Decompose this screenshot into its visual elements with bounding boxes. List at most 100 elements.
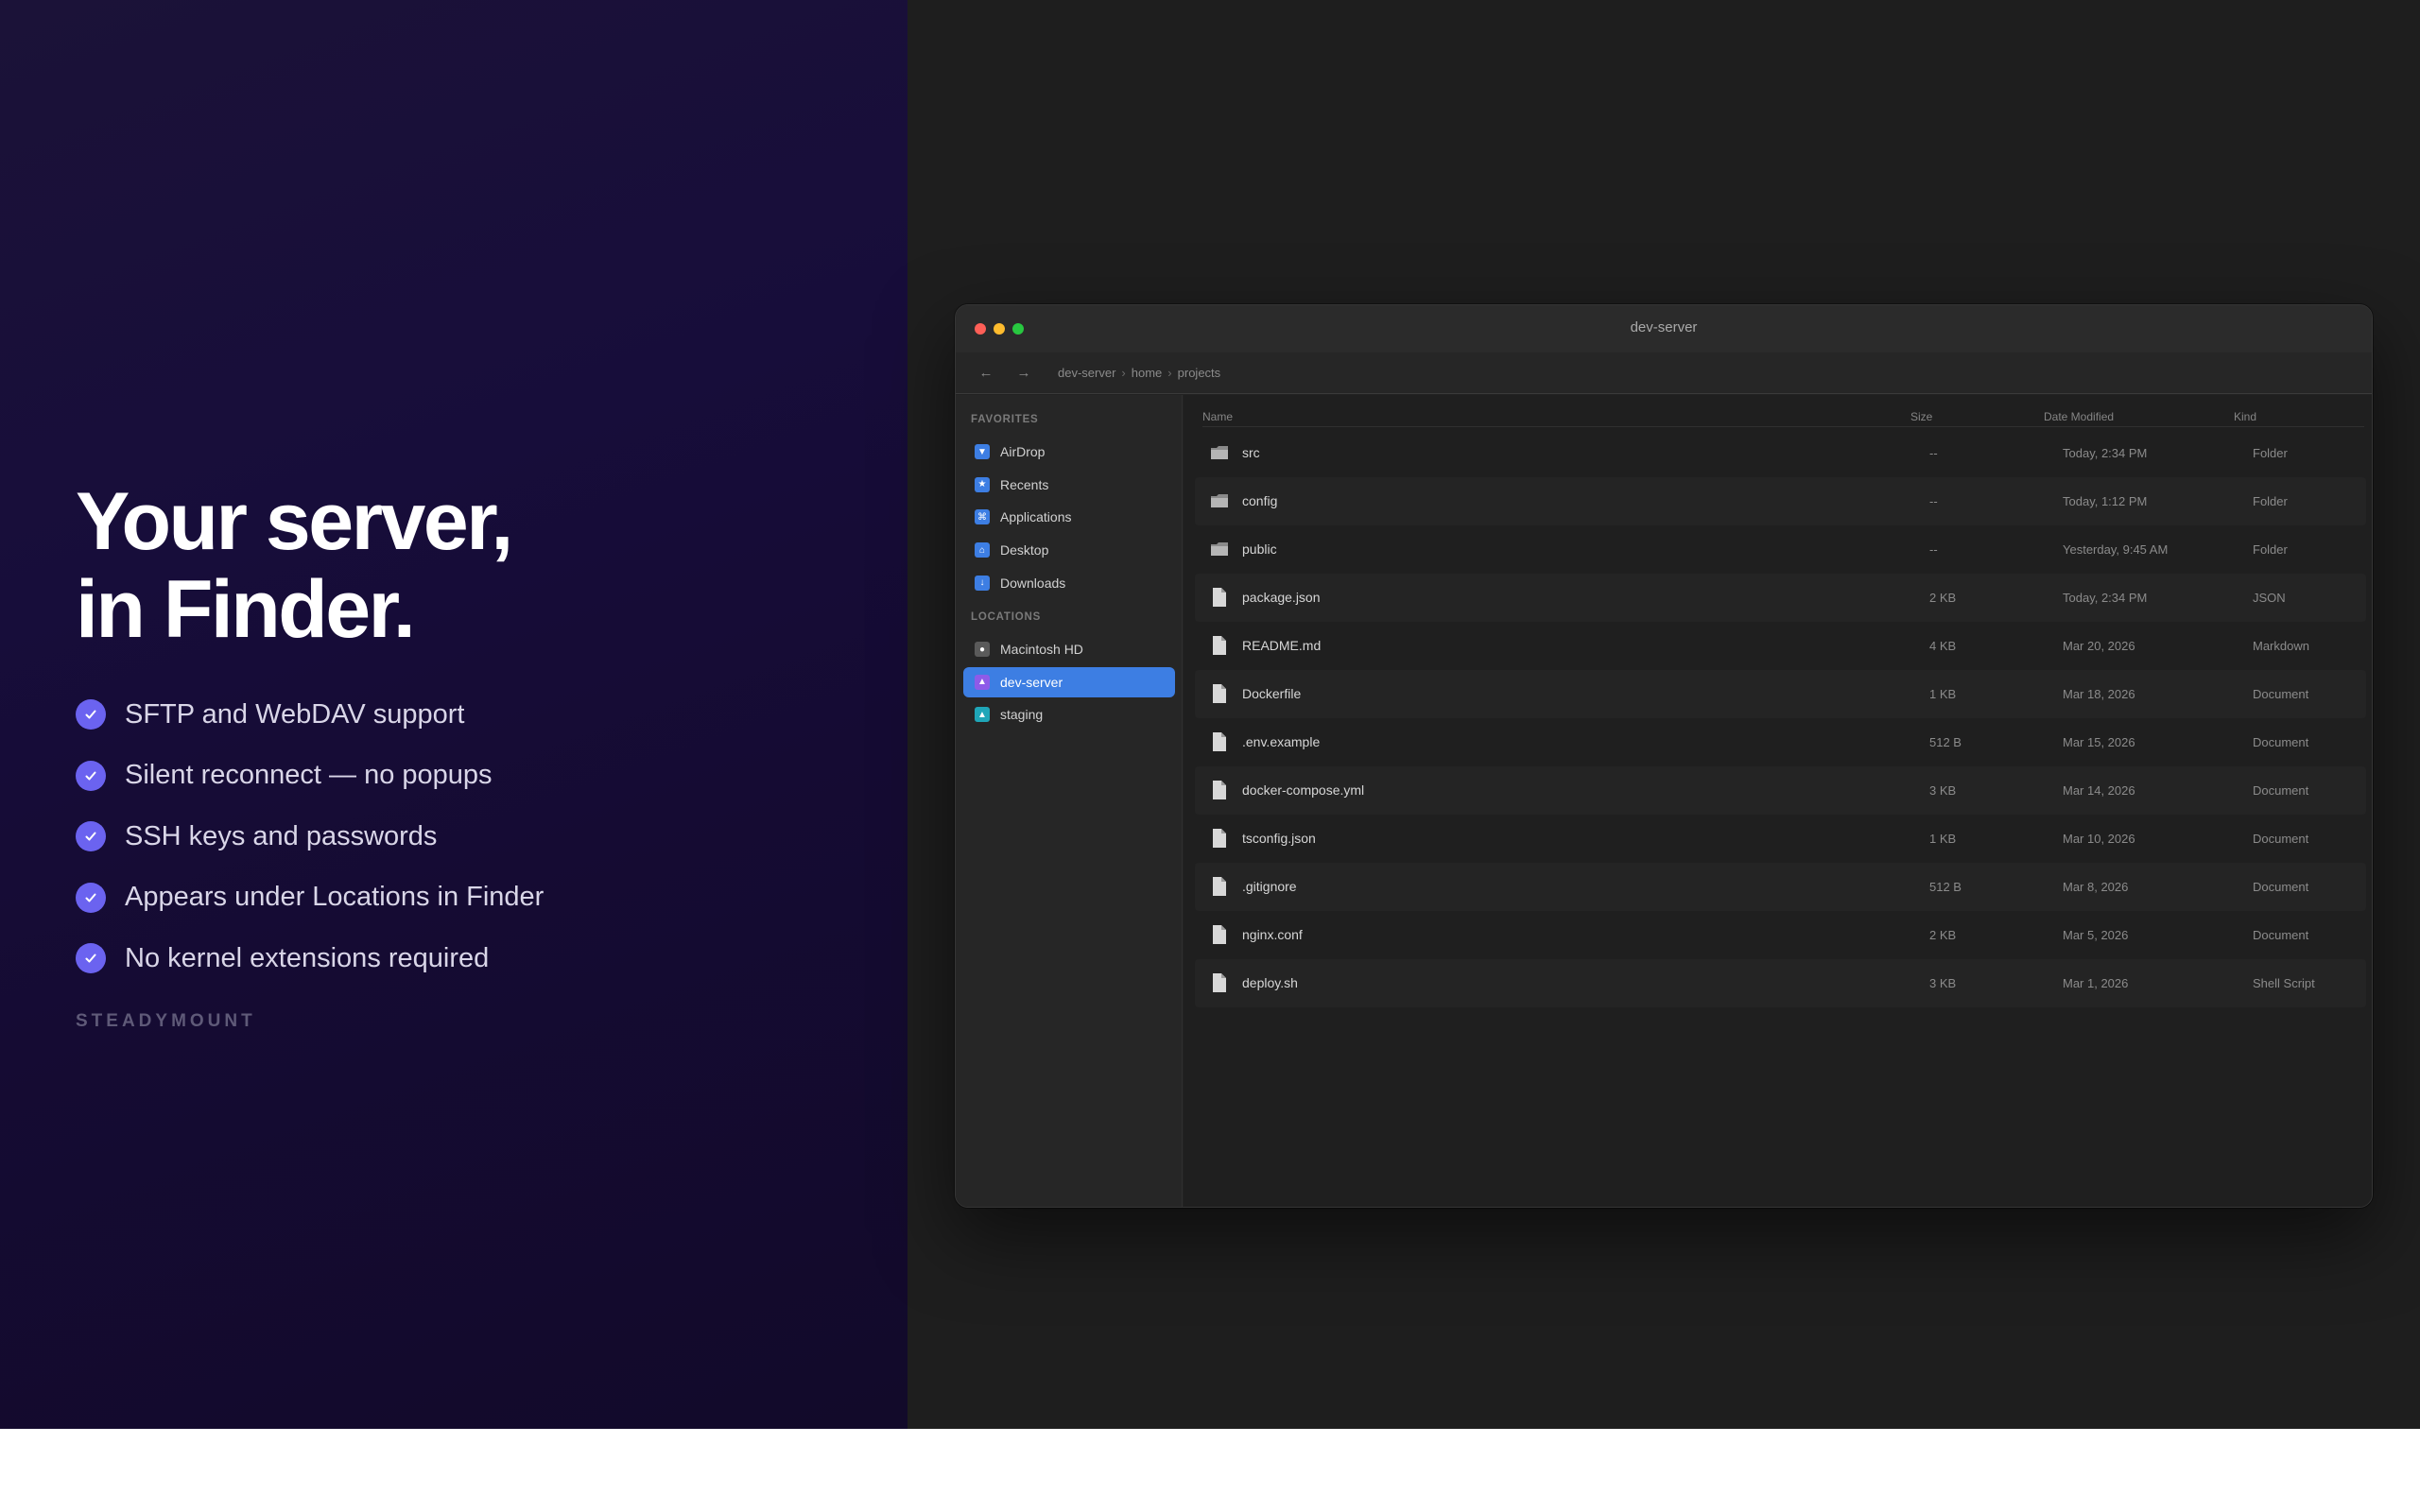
file-size: --	[1929, 446, 1938, 460]
file-kind: Markdown	[2253, 639, 2309, 653]
column-header: Name Size Date Modified Kind	[1202, 395, 2364, 427]
path-bar: ← → dev-server › home › projects	[956, 352, 2372, 394]
feature-text: SFTP and WebDAV support	[125, 698, 465, 730]
sidebar-item-label: Recents	[1000, 476, 1049, 492]
file-date-modified: Today, 1:12 PM	[2063, 494, 2148, 508]
downloads-icon: ↓	[975, 575, 990, 591]
breadcrumb: dev-server › home › projects	[1058, 366, 1220, 380]
column-kind[interactable]: Kind	[2234, 410, 2256, 423]
feature-item: SFTP and WebDAV support	[76, 684, 544, 746]
brand-wordmark: STEADYMOUNT	[76, 1011, 256, 1031]
file-date-modified: Mar 18, 2026	[2063, 687, 2135, 701]
feature-item: SSH keys and passwords	[76, 806, 544, 868]
document-icon	[1210, 924, 1229, 945]
sidebar-item-applications[interactable]: ⌘ Applications	[963, 502, 1175, 532]
feature-item: Appears under Locations in Finder	[76, 868, 544, 929]
column-date-modified[interactable]: Date Modified	[2044, 410, 2114, 423]
table-row[interactable]: tsconfig.json 1 KB Mar 10, 2026 Document	[1195, 815, 2366, 863]
sidebar-item-label: Macintosh HD	[1000, 642, 1083, 657]
breadcrumb-item[interactable]: projects	[1178, 366, 1221, 380]
table-row[interactable]: docker-compose.yml 3 KB Mar 14, 2026 Docume…	[1195, 766, 2366, 815]
breadcrumb-separator: ›	[1167, 366, 1172, 380]
file-rows: src -- Today, 2:34 PM Folder config -- Today, …	[1195, 429, 2366, 1007]
sidebar: FAVORITES ▼ AirDrop ★ Recents ⌘ Applications ⌂…	[956, 395, 1183, 1207]
file-name: .env.example	[1242, 734, 1321, 749]
table-row[interactable]: Dockerfile 1 KB Mar 18, 2026 Document	[1195, 670, 2366, 718]
table-row[interactable]: deploy.sh 3 KB Mar 1, 2026 Shell Script	[1195, 959, 2366, 1007]
column-size[interactable]: Size	[1910, 410, 1932, 423]
file-kind: Document	[2253, 735, 2309, 749]
file-name: Dockerfile	[1242, 686, 1302, 701]
table-row[interactable]: nginx.conf 2 KB Mar 5, 2026 Document	[1195, 911, 2366, 959]
sidebar-item-downloads[interactable]: ↓ Downloads	[963, 568, 1175, 598]
file-size: 512 B	[1929, 880, 1962, 894]
file-date-modified: Mar 15, 2026	[2063, 735, 2135, 749]
arrow-right-icon[interactable]: →	[1014, 365, 1033, 381]
file-date-modified: Mar 8, 2026	[2063, 880, 2129, 894]
file-kind: Shell Script	[2253, 976, 2315, 990]
sidebar-item-dev-server[interactable]: ▲ dev-server	[963, 666, 1175, 697]
title-bar[interactable]: dev-server	[956, 305, 2372, 352]
sidebar-item-label: dev-server	[1000, 674, 1063, 690]
file-size: 1 KB	[1929, 687, 1957, 701]
file-size: 3 KB	[1929, 976, 1957, 990]
sidebar-item-label: AirDrop	[1000, 444, 1046, 459]
sidebar-item-airdrop[interactable]: ▼ AirDrop	[963, 437, 1175, 467]
airdrop-icon: ▼	[975, 444, 990, 459]
applications-icon: ⌘	[975, 509, 990, 525]
checkmark-icon	[76, 882, 106, 913]
feature-text: Appears under Locations in Finder	[125, 882, 544, 913]
recents-icon: ★	[975, 476, 990, 492]
file-name: tsconfig.json	[1242, 831, 1316, 846]
checkmark-icon	[76, 760, 106, 791]
table-row[interactable]: .gitignore 512 B Mar 8, 2026 Document	[1195, 863, 2366, 911]
document-icon	[1210, 780, 1229, 800]
sidebar-item-macintosh-hd[interactable]: ● Macintosh HD	[963, 634, 1175, 664]
file-kind: Document	[2253, 928, 2309, 942]
checkmark-icon	[76, 699, 106, 730]
table-row[interactable]: config -- Today, 1:12 PM Folder	[1195, 477, 2366, 525]
table-row[interactable]: public -- Yesterday, 9:45 AM Folder	[1195, 525, 2366, 574]
file-name: src	[1242, 445, 1260, 460]
table-row[interactable]: .env.example 512 B Mar 15, 2026 Document	[1195, 718, 2366, 766]
breadcrumb-item[interactable]: home	[1132, 366, 1163, 380]
column-name[interactable]: Name	[1202, 410, 1233, 423]
table-row[interactable]: README.md 4 KB Mar 20, 2026 Markdown	[1195, 622, 2366, 670]
sidebar-section-favorites: FAVORITES	[971, 414, 1039, 425]
canvas: Your server, in Finder. SFTP and WebDAV …	[0, 0, 2420, 1429]
headline: Your server, in Finder.	[76, 478, 513, 654]
window-title: dev-server	[1630, 319, 1698, 335]
sidebar-item-desktop[interactable]: ⌂ Desktop	[963, 535, 1175, 565]
file-date-modified: Today, 2:34 PM	[2063, 446, 2148, 460]
document-icon	[1210, 731, 1229, 752]
breadcrumb-separator: ›	[1121, 366, 1126, 380]
file-list-view: Name Size Date Modified Kind src -- Today,…	[1184, 395, 2372, 1207]
checkmark-icon	[76, 821, 106, 852]
file-date-modified: Mar 14, 2026	[2063, 783, 2135, 798]
sidebar-item-staging[interactable]: ▲ staging	[963, 699, 1175, 730]
file-size: 3 KB	[1929, 783, 1957, 798]
document-icon	[1210, 635, 1229, 656]
file-name: nginx.conf	[1242, 927, 1303, 942]
sidebar-section-locations: LOCATIONS	[971, 611, 1042, 623]
arrow-left-icon[interactable]: ←	[977, 365, 995, 381]
sidebar-item-label: Applications	[1000, 509, 1072, 525]
checkmark-icon	[76, 943, 106, 974]
server-icon: ▲	[975, 707, 990, 723]
file-name: docker-compose.yml	[1242, 782, 1365, 798]
desktop-icon: ⌂	[975, 542, 990, 558]
file-kind: Document	[2253, 687, 2309, 701]
document-icon	[1210, 587, 1229, 608]
sidebar-item-recents[interactable]: ★ Recents	[963, 470, 1175, 500]
feature-text: SSH keys and passwords	[125, 820, 438, 851]
file-name: .gitignore	[1242, 879, 1297, 894]
breadcrumb-item[interactable]: dev-server	[1058, 366, 1115, 380]
file-date-modified: Mar 10, 2026	[2063, 832, 2135, 846]
file-date-modified: Yesterday, 9:45 AM	[2063, 542, 2169, 557]
file-size: 2 KB	[1929, 928, 1957, 942]
disk-icon: ●	[975, 642, 990, 657]
table-row[interactable]: src -- Today, 2:34 PM Folder	[1195, 429, 2366, 477]
table-row[interactable]: package.json 2 KB Today, 2:34 PM JSON	[1195, 574, 2366, 622]
folder-icon	[1210, 442, 1229, 463]
file-kind: Document	[2253, 832, 2309, 846]
